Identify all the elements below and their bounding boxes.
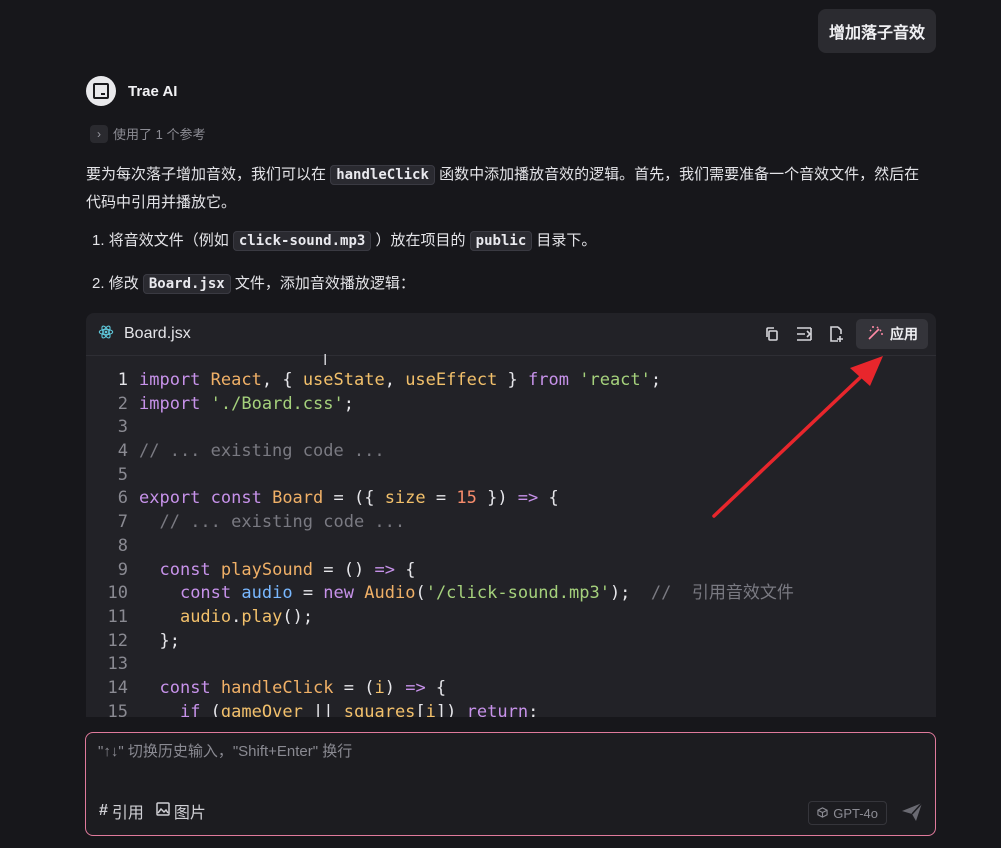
step-1: 1. 将音效文件（例如 click-sound.mp3 ）放在项目的 publi… — [92, 227, 932, 255]
code-line: 11 audio.play(); — [86, 606, 936, 630]
inline-code-handleclick: handleClick — [330, 165, 435, 185]
reference-button[interactable]: # 引用 — [99, 799, 144, 823]
line-number: 2 — [117, 393, 128, 414]
line-number: 9 — [117, 559, 128, 580]
step-2-text-a: 修改 — [108, 275, 139, 292]
code-line: 2 import './Board.css'; — [86, 393, 936, 417]
react-icon — [98, 324, 114, 344]
line-number: 6 — [117, 488, 128, 509]
code-line: 15 if (gameOver || squares[i]) return; — [86, 701, 936, 717]
code-line: 8 — [86, 535, 936, 559]
image-label: 图片 — [173, 805, 206, 822]
references-toggle[interactable]: › 使用了 1 个参考 — [90, 124, 205, 143]
code-block: Board.jsx 应用 1 import React, {useState,… — [86, 313, 936, 717]
insert-icon[interactable] — [788, 319, 820, 349]
chevron-right-icon: › — [90, 124, 108, 143]
image-button[interactable]: 图片 — [156, 799, 206, 823]
hash-icon: # — [99, 802, 108, 819]
line-number: 4 — [117, 441, 128, 462]
chat-input-box: # 引用 图片 GPT-4o — [85, 732, 936, 836]
cube-icon — [817, 806, 828, 821]
code-line: 14 const handleClick = (i) => { — [86, 677, 936, 701]
code-line: 1 import React, { useState, useEffect } f… — [86, 369, 936, 393]
code-line: 9 const playSound = () => { — [86, 559, 936, 583]
line-number: 5 — [117, 464, 128, 485]
references-label: 使用了 1 个参考 — [113, 127, 206, 142]
input-actions: # 引用 图片 — [99, 799, 206, 823]
step-2-text-b: 文件，添加音效播放逻辑： — [234, 275, 415, 292]
chat-input[interactable] — [98, 743, 918, 760]
step-2-number: 2. — [92, 275, 105, 292]
copy-icon[interactable] — [756, 319, 788, 349]
line-number: 11 — [107, 606, 128, 627]
user-message-bubble: 增加落子音效 — [818, 9, 936, 53]
text-cursor-icon: I — [323, 352, 328, 369]
code-comment: // 引用音效文件 — [650, 583, 794, 604]
line-number: 7 — [117, 512, 128, 533]
line-number: 10 — [107, 583, 128, 604]
trae-ai-avatar — [86, 76, 116, 106]
code-line: 6 export const Board = ({ size = 15 }) =>… — [86, 487, 936, 511]
code-comment: // ... existing code ... — [159, 512, 406, 533]
line-number: 3 — [117, 417, 128, 438]
code-line: 3 — [86, 416, 936, 440]
intro-paragraph: 要为每次落子增加音效，我们可以在 handleClick 函数中添加播放音效的逻… — [86, 161, 926, 217]
magic-wand-icon — [866, 324, 884, 345]
send-icon[interactable] — [899, 799, 925, 825]
code-editor[interactable]: 1 import React, { useState, useEffect } f… — [86, 369, 936, 717]
model-selector[interactable]: GPT-4o — [808, 801, 887, 825]
code-line: 12 }; — [86, 630, 936, 654]
inline-code-click-sound: click-sound.mp3 — [232, 231, 372, 251]
code-comment: // ... existing code ... — [139, 441, 385, 462]
reference-label: 引用 — [111, 805, 144, 822]
user-message-text: 增加落子音效 — [828, 25, 925, 42]
code-line: 10 const audio = new Audio('/click-sound… — [86, 582, 936, 606]
line-number: 14 — [107, 677, 128, 698]
step-1-text-a: 将音效文件（例如 — [108, 232, 229, 249]
model-name: GPT-4o — [833, 805, 878, 821]
code-tools: 应用 — [756, 319, 928, 349]
inline-code-public: public — [469, 231, 533, 251]
code-line: 7 // ... existing code ... — [86, 511, 936, 535]
assistant-name: Trae AI — [128, 82, 178, 100]
intro-text-a: 要为每次落子增加音效，我们可以在 — [86, 166, 327, 183]
line-number: 1 — [117, 370, 128, 390]
line-number: 8 — [117, 535, 128, 556]
code-line: 13 — [86, 653, 936, 677]
code-line: 5 — [86, 464, 936, 488]
new-file-icon[interactable] — [820, 319, 852, 349]
code-block-header: Board.jsx 应用 — [86, 313, 936, 356]
line-number: 15 — [107, 701, 128, 717]
inline-code-board-jsx: Board.jsx — [142, 274, 231, 294]
apply-button[interactable]: 应用 — [856, 319, 928, 349]
assistant-header: Trae AI — [86, 76, 177, 106]
step-1-text-c: 目录下。 — [536, 232, 597, 249]
line-number: 12 — [107, 630, 128, 651]
step-1-number: 1. — [92, 232, 105, 249]
line-number: 13 — [107, 654, 128, 675]
image-icon — [156, 801, 170, 821]
step-1-text-b: ）放在项目的 — [375, 232, 466, 249]
apply-label: 应用 — [890, 326, 918, 342]
code-filename: Board.jsx — [124, 325, 191, 342]
code-line: 4 // ... existing code ... — [86, 440, 936, 464]
step-2: 2. 修改 Board.jsx 文件，添加音效播放逻辑： — [92, 270, 932, 298]
